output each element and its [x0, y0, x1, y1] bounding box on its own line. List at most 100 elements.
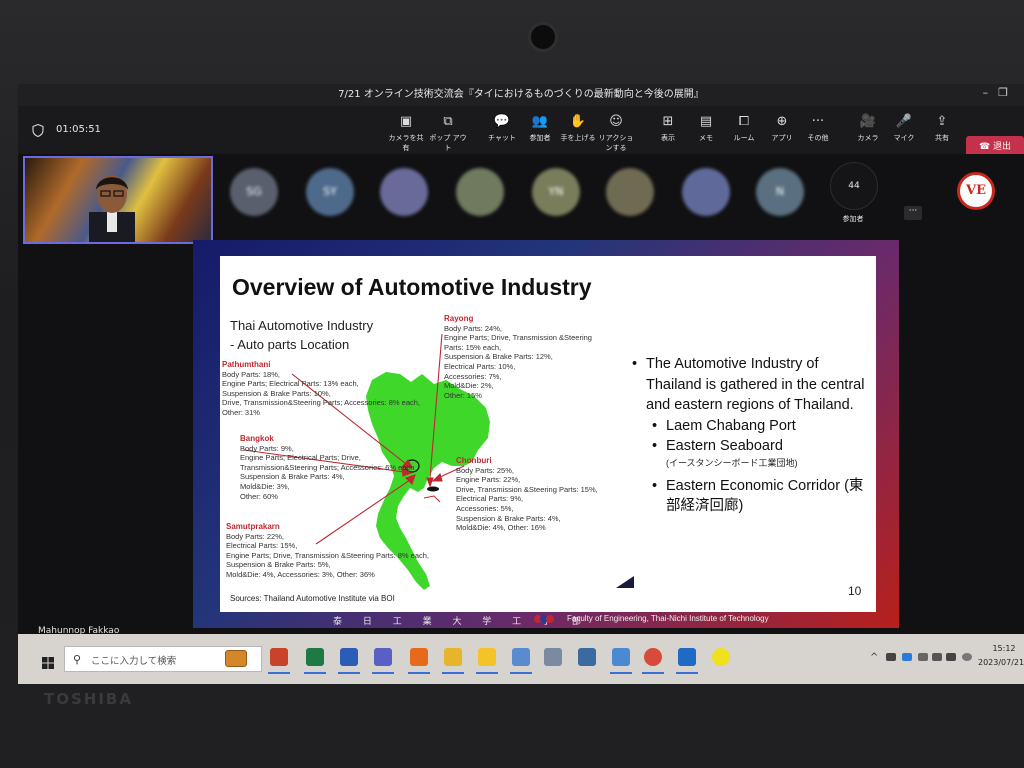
running-indicator	[642, 672, 664, 674]
excel-icon[interactable]	[306, 648, 324, 666]
toolbar-button-label: チャット	[488, 134, 516, 142]
toolbar-button-4[interactable]: ✋ 手を上げる	[558, 114, 598, 143]
toolbar-button-3[interactable]: 👥 参加者	[520, 114, 560, 143]
toolbar-button-5[interactable]: ☺ リアクションする	[596, 114, 636, 153]
tray-network-icon[interactable]	[886, 653, 896, 661]
toolbar-button-2[interactable]: 💬 チャット	[482, 114, 522, 143]
participant-avatar[interactable]: YN	[532, 168, 580, 216]
sticky-notes-icon[interactable]	[478, 648, 496, 666]
participant-avatar[interactable]: SG	[230, 168, 278, 216]
search-icon: ⚲	[73, 653, 82, 666]
region-share-line: Electrical Parts: 9%,	[456, 494, 524, 504]
notes-icon: ▤	[699, 114, 713, 129]
port-marker	[423, 495, 441, 503]
windows-start-icon[interactable]	[42, 657, 54, 669]
restore-icon[interactable]: ❐	[998, 86, 1018, 99]
region-name: Samutprakarn	[226, 522, 280, 531]
region-share-line: Parts: 15% each,	[444, 342, 502, 352]
briefcase-icon[interactable]	[225, 650, 247, 667]
more-participants-icon[interactable]: ···	[904, 206, 922, 220]
participant-avatar[interactable]: N	[756, 168, 804, 216]
sub-bullet-port: Laem Chabang Port	[630, 416, 870, 436]
participant-avatar[interactable]	[380, 168, 428, 216]
region-share-line: Transmission&Steering Parts; Accessories…	[240, 462, 415, 472]
yellow-app-icon[interactable]	[712, 648, 730, 666]
tray-notification-icon[interactable]	[962, 653, 972, 661]
people-icon: 👥	[531, 114, 549, 129]
clock-date[interactable]: 2023/07/21	[978, 658, 1024, 667]
running-indicator	[372, 672, 394, 674]
region-share-line: Other: 31%	[222, 407, 260, 417]
toolbar-button-6[interactable]: ⊞ 表示	[648, 114, 688, 143]
shield-icon	[32, 124, 44, 137]
taskbar-search-box[interactable]: ⚲ ここに入力して検索	[64, 646, 262, 672]
region-chonburi: Chonburi Body Parts: 25%, Engine Parts: 22…	[456, 456, 598, 533]
popout-icon: ⧉	[443, 114, 453, 129]
chrome-icon[interactable]	[644, 648, 662, 666]
region-share-line: Body Parts: 22%,	[226, 531, 284, 541]
toolbar-button-10[interactable]: ··· その他	[798, 114, 838, 143]
participant-count[interactable]: 44	[830, 162, 878, 210]
region-share-line: Engine Parts: 22%,	[456, 475, 521, 485]
toolbar-button-0[interactable]: ▣ カメラを共有	[386, 114, 426, 153]
toolbar-button-7[interactable]: ▤ メモ	[686, 114, 726, 143]
word-icon[interactable]	[340, 648, 358, 666]
sub-bullet-corridor: Eastern Economic Corridor (東部経済回廊)	[630, 476, 870, 516]
sub-bullet-seaboard: Eastern Seaboard	[630, 436, 870, 456]
tray-cloud-icon[interactable]	[918, 653, 928, 661]
institute-logo	[534, 615, 554, 623]
region-share-line: Suspension & Brake Parts: 4%,	[240, 472, 345, 482]
tray-volume-icon[interactable]	[946, 653, 956, 661]
file-explorer-icon[interactable]	[444, 648, 462, 666]
region-name: Chonburi	[456, 456, 492, 465]
app2-icon[interactable]	[544, 648, 562, 666]
toolbar-button-label: マイク	[893, 134, 915, 142]
firefox-icon[interactable]	[410, 648, 428, 666]
coast-marker	[427, 486, 439, 492]
toolbar-button-8[interactable]: ⧠ ルーム	[724, 114, 764, 143]
window-controls[interactable]: –❐	[983, 86, 1018, 99]
teams-icon[interactable]	[374, 648, 392, 666]
region-share-line: Suspension & Brake Parts: 5%,	[226, 560, 331, 570]
participant-avatar[interactable]	[456, 168, 504, 216]
participant-avatar[interactable]	[606, 168, 654, 216]
calculator-icon[interactable]	[578, 648, 596, 666]
organization-logo: VE	[957, 172, 995, 210]
powerpoint-icon[interactable]	[270, 648, 288, 666]
running-indicator	[338, 672, 360, 674]
title-bar: 7/21 オンライン技術交流会『タイにおけるものづくりの最新動向と今後の展開』 …	[18, 84, 1024, 106]
running-indicator	[476, 672, 498, 674]
presenter-video[interactable]	[23, 156, 213, 244]
toolbar-button-1[interactable]: ⧉ ポップ アウト	[428, 114, 468, 153]
toolbar-button-label: カメラ	[857, 134, 879, 142]
toolbar-button-13[interactable]: ⇪ 共有	[922, 114, 962, 143]
outlook-icon[interactable]	[678, 648, 696, 666]
region-share-line: Engine Parts; Electrical Parts: 13% each…	[222, 379, 359, 389]
clock-time[interactable]: 15:12	[984, 644, 1024, 653]
camera-share-icon: ▣	[399, 114, 413, 129]
app-icon[interactable]	[512, 648, 530, 666]
windows-taskbar: ⚲ ここに入力して検索 ^ 15:12 2023/07/21	[18, 634, 1024, 684]
tray-wifi-icon[interactable]	[932, 653, 942, 661]
region-share-line: Mold&Die: 4%, Other: 16%	[456, 523, 546, 533]
slide-corner-triangle	[616, 576, 634, 588]
region-share-line: Body Parts: 24%,	[444, 323, 502, 333]
region-share-line: Mold&Die: 3%,	[240, 481, 290, 491]
main-bullet: The Automotive Industry of Thailand is g…	[630, 354, 870, 416]
toolbar-button-label: アプリ	[771, 134, 793, 142]
minimize-icon[interactable]: –	[983, 86, 999, 99]
participant-avatar[interactable]	[682, 168, 730, 216]
running-indicator	[442, 672, 464, 674]
participant-avatar[interactable]: SY	[306, 168, 354, 216]
toolbar-button-12[interactable]: 🎤 マイク	[884, 114, 924, 143]
more-icon: ···	[811, 114, 825, 129]
camera-off-icon: 🎥	[859, 114, 877, 129]
mic-off-icon: 🎤	[895, 114, 913, 129]
tray-onedrive-icon[interactable]	[902, 653, 912, 661]
share-icon: ⇪	[936, 114, 948, 129]
photos-icon[interactable]	[612, 648, 630, 666]
toolbar-button-11[interactable]: 🎥 カメラ	[848, 114, 888, 143]
region-share-line: Other: 15%	[444, 390, 482, 400]
tray-expand-icon[interactable]: ^	[870, 652, 878, 663]
toolbar-button-9[interactable]: ⊕ アプリ	[762, 114, 802, 143]
